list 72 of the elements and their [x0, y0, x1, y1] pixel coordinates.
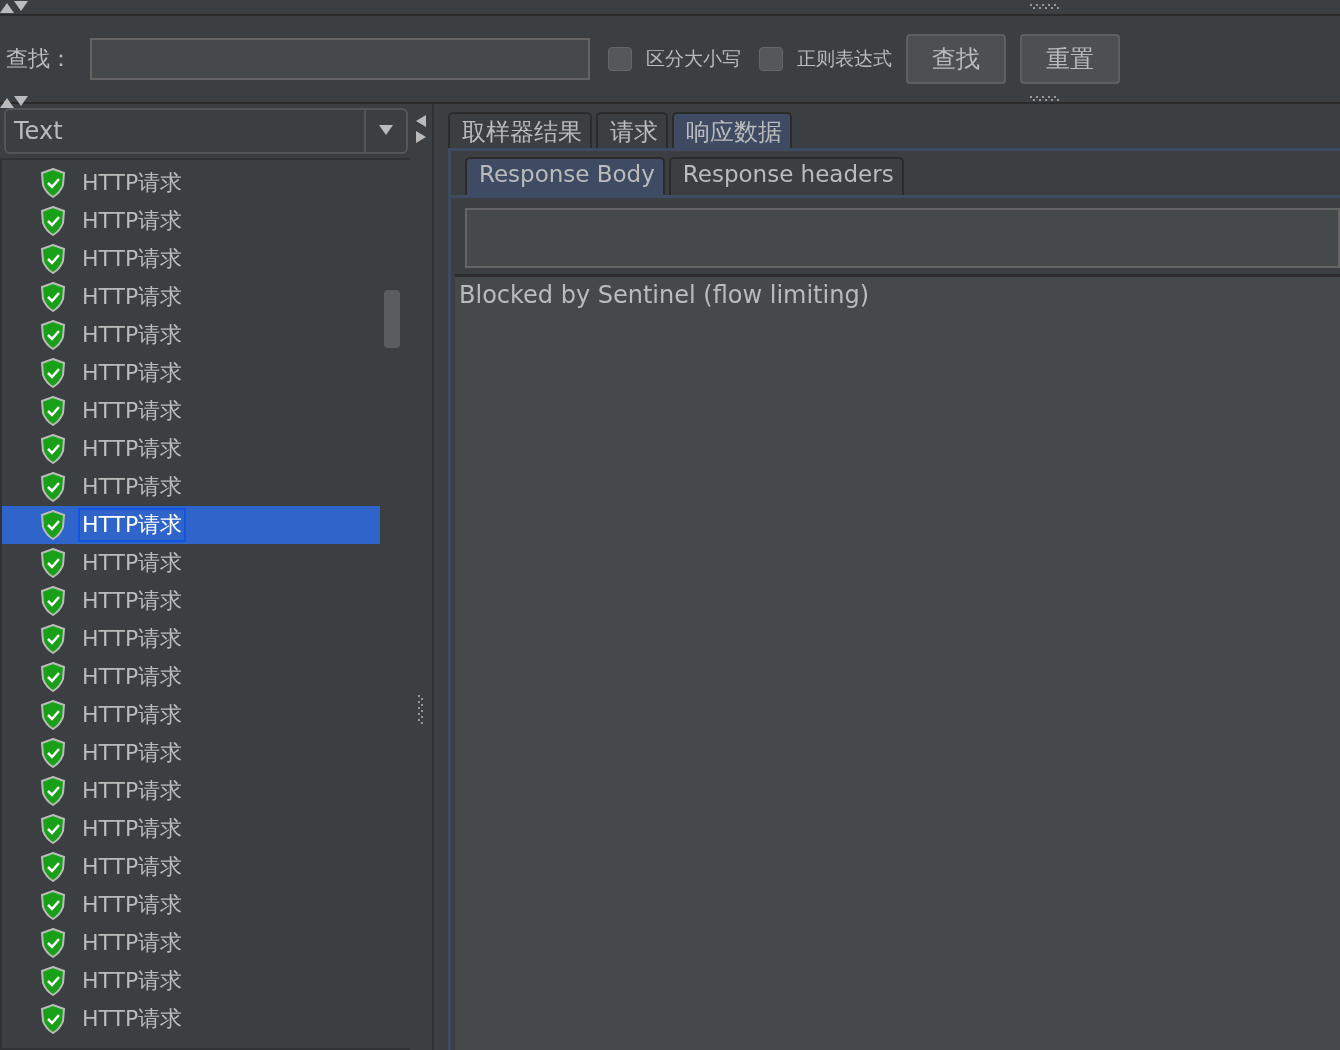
- checkbox-label: 区分大小写: [646, 46, 741, 71]
- shield-check-icon: [40, 852, 66, 882]
- scrollbar-thumb[interactable]: [384, 290, 400, 348]
- shield-check-icon: [40, 244, 66, 274]
- shield-check-icon: [40, 434, 66, 464]
- tree-item[interactable]: HTTP请求: [2, 164, 380, 202]
- collapse-left-icon[interactable]: [414, 115, 428, 127]
- search-field[interactable]: [90, 38, 590, 80]
- expand-up-icon[interactable]: [0, 96, 14, 108]
- shield-check-icon: [40, 928, 66, 958]
- tree-item[interactable]: HTTP请求: [2, 392, 380, 430]
- tab[interactable]: Response headers: [668, 157, 904, 195]
- tab[interactable]: Response Body: [465, 157, 665, 195]
- tree-item[interactable]: HTTP请求: [2, 544, 380, 582]
- tab[interactable]: 响应数据: [672, 112, 792, 148]
- checkbox[interactable]: [608, 47, 632, 71]
- renderer-dropdown[interactable]: Text: [4, 108, 408, 154]
- tree-item[interactable]: HTTP请求: [2, 468, 380, 506]
- shield-check-icon: [40, 662, 66, 692]
- search-label: 查找：: [6, 45, 72, 73]
- tree-item[interactable]: HTTP请求: [2, 658, 380, 696]
- tree-item[interactable]: HTTP请求: [2, 620, 380, 658]
- shield-check-icon: [40, 510, 66, 540]
- tree-item[interactable]: HTTP请求: [2, 886, 380, 924]
- grip-icon[interactable]: [1030, 4, 1060, 10]
- tree-item[interactable]: HTTP请求: [2, 278, 380, 316]
- tree-item[interactable]: HTTP请求: [2, 1000, 380, 1038]
- tree-item[interactable]: HTTP请求: [2, 354, 380, 392]
- checkbox[interactable]: [759, 47, 783, 71]
- tree-item[interactable]: HTTP请求: [2, 772, 380, 810]
- shield-check-icon: [40, 814, 66, 844]
- tree-item[interactable]: HTTP请求: [2, 240, 380, 278]
- reset-button[interactable]: 重置: [1020, 34, 1120, 84]
- grip-icon[interactable]: [418, 695, 424, 725]
- find-button[interactable]: 查找: [906, 34, 1006, 84]
- response-text: Blocked by Sentinel (flow limiting): [459, 281, 869, 309]
- shield-check-icon: [40, 320, 66, 350]
- shield-check-icon: [40, 548, 66, 578]
- shield-check-icon: [40, 396, 66, 426]
- shield-check-icon: [40, 168, 66, 198]
- tree-item[interactable]: HTTP请求: [2, 430, 380, 468]
- grip-icon[interactable]: [1030, 96, 1060, 102]
- expand-right-icon[interactable]: [414, 131, 428, 143]
- shield-check-icon: [40, 624, 66, 654]
- tab[interactable]: 请求: [596, 112, 668, 148]
- collapse-down-icon[interactable]: [14, 1, 28, 13]
- search-field[interactable]: [465, 208, 1340, 268]
- shield-check-icon: [40, 586, 66, 616]
- shield-check-icon: [40, 776, 66, 806]
- shield-check-icon: [40, 890, 66, 920]
- tree-item[interactable]: HTTP请求: [2, 582, 380, 620]
- tree-item[interactable]: HTTP请求: [2, 734, 380, 772]
- shield-check-icon: [40, 966, 66, 996]
- caret-icon[interactable]: [379, 125, 393, 137]
- tree-item[interactable]: HTTP请求: [2, 506, 380, 544]
- shield-check-icon: [40, 1004, 66, 1034]
- shield-check-icon: [40, 206, 66, 236]
- tab[interactable]: 取样器结果: [448, 112, 592, 148]
- tree-item[interactable]: HTTP请求: [2, 962, 380, 1000]
- tree-item[interactable]: HTTP请求: [2, 316, 380, 354]
- shield-check-icon: [40, 358, 66, 388]
- tree-item[interactable]: HTTP请求: [2, 696, 380, 734]
- tree-item[interactable]: HTTP请求: [2, 924, 380, 962]
- shield-check-icon: [40, 700, 66, 730]
- checkbox-label: 正则表达式: [797, 46, 892, 71]
- shield-check-icon: [40, 472, 66, 502]
- tree-item[interactable]: HTTP请求: [2, 848, 380, 886]
- tree-item[interactable]: HTTP请求: [2, 810, 380, 848]
- tree-item[interactable]: HTTP请求: [2, 202, 380, 240]
- expand-up-icon[interactable]: [0, 1, 14, 13]
- shield-check-icon: [40, 738, 66, 768]
- shield-check-icon: [40, 282, 66, 312]
